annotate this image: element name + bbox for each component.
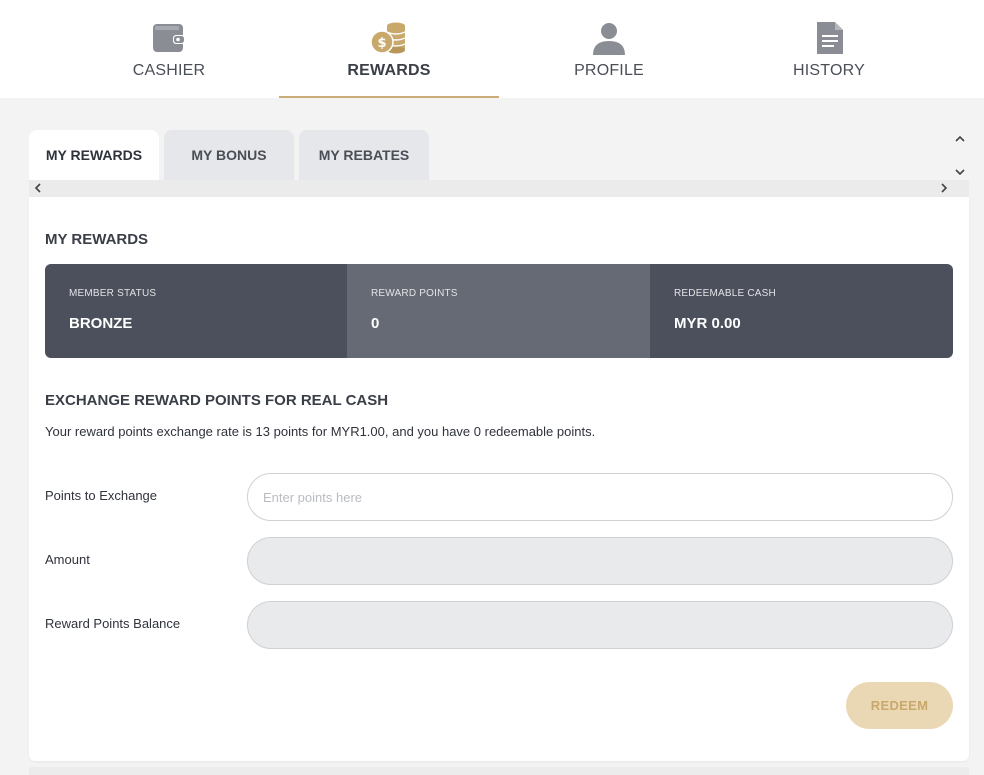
nav-label-profile: PROFILE <box>574 62 644 79</box>
coins-icon: $ <box>370 22 406 54</box>
nav-item-cashier[interactable]: CASHIER <box>59 0 279 98</box>
reward-points-balance-field <box>247 601 953 649</box>
member-status-value: BRONZE <box>69 315 133 332</box>
reward-points-value: 0 <box>371 315 380 332</box>
amount-field <box>247 537 953 585</box>
scroll-left-icon[interactable] <box>30 181 44 195</box>
redeem-button[interactable]: REDEEM <box>846 682 953 729</box>
nav-label-history: HISTORY <box>793 62 865 79</box>
top-navigation: CASHIER $ REWARDS PROFILE HISTORY <box>0 0 984 98</box>
nav-item-rewards[interactable]: $ REWARDS <box>279 0 499 98</box>
exchange-rate-info: Your reward points exchange rate is 13 p… <box>45 424 596 439</box>
tab-my-rewards[interactable]: MY REWARDS <box>29 130 159 180</box>
amount-label: Amount <box>45 552 90 567</box>
wallet-icon <box>153 24 185 52</box>
exchange-title: EXCHANGE REWARD POINTS FOR REAL CASH <box>45 392 389 409</box>
points-to-exchange-label: Points to Exchange <box>45 488 158 503</box>
nav-item-profile[interactable]: PROFILE <box>499 0 719 98</box>
nav-label-rewards: REWARDS <box>347 62 431 79</box>
active-tab-underline <box>279 96 499 98</box>
scroll-up-icon[interactable] <box>953 131 967 145</box>
reward-points-label: REWARD POINTS <box>371 288 458 299</box>
user-icon <box>593 23 625 55</box>
nav-label-cashier: CASHIER <box>132 62 206 79</box>
rewards-card: MY REWARDS MEMBER STATUS BRONZE REWARD P… <box>29 197 969 761</box>
my-rewards-title: MY REWARDS <box>45 231 149 248</box>
redeemable-cash-stat: REDEEMABLE CASH MYR 0.00 <box>650 264 953 358</box>
rewards-stats-panel: MEMBER STATUS BRONZE REWARD POINTS 0 RED… <box>45 264 953 358</box>
reward-points-stat: REWARD POINTS 0 <box>347 264 650 358</box>
tab-my-rebates[interactable]: MY REBATES <box>299 130 429 180</box>
tab-my-bonus[interactable]: MY BONUS <box>164 130 294 180</box>
redeemable-cash-label: REDEEMABLE CASH <box>674 288 776 299</box>
tab-scrollbar-track[interactable] <box>29 180 969 197</box>
member-status-label: MEMBER STATUS <box>69 288 157 299</box>
next-section-edge <box>29 767 969 775</box>
redeemable-cash-value: MYR 0.00 <box>674 315 741 332</box>
nav-item-history[interactable]: HISTORY <box>719 0 939 98</box>
scroll-right-icon[interactable] <box>937 181 951 195</box>
reward-points-balance-label: Reward Points Balance <box>45 616 181 631</box>
svg-text:$: $ <box>377 36 386 51</box>
points-to-exchange-input[interactable] <box>247 473 953 521</box>
member-status-stat: MEMBER STATUS BRONZE <box>45 264 347 358</box>
scroll-down-icon[interactable] <box>953 165 967 179</box>
document-icon <box>817 22 843 54</box>
